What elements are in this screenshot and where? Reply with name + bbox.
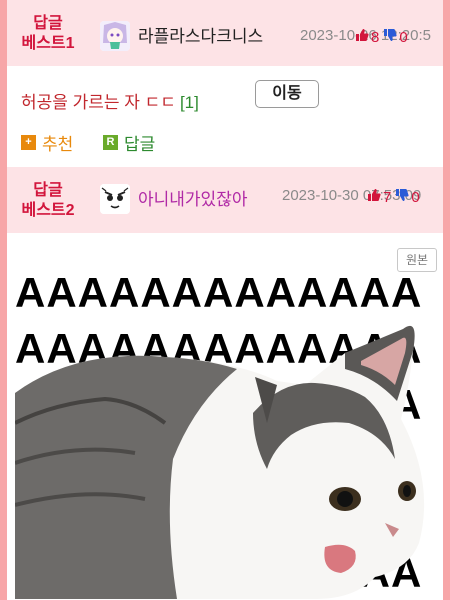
reply-label: 답글 bbox=[124, 135, 156, 154]
votes-down-count: 0 bbox=[399, 28, 408, 46]
reply-button[interactable]: R 답글 bbox=[103, 130, 155, 155]
avatar[interactable] bbox=[100, 21, 130, 51]
vote-counts: 7 0 bbox=[367, 188, 420, 206]
votes-up-count: 8 bbox=[371, 28, 380, 46]
reply-icon: R bbox=[103, 135, 118, 150]
best-label-line2: 베스트2 bbox=[21, 202, 75, 219]
recommend-button[interactable]: + 추천 bbox=[21, 130, 73, 155]
votes-down-count: 0 bbox=[411, 188, 420, 206]
author-nickname[interactable]: 라플라스다크니스 bbox=[138, 22, 263, 47]
votes-up-count: 7 bbox=[383, 188, 392, 206]
reply-summary: 허공을 가르는 자 ㄷㄷ [1] 이동 + 추천 R 답글 bbox=[7, 66, 443, 167]
reply-title[interactable]: 허공을 가르는 자 ㄷㄷ [1] bbox=[21, 88, 199, 113]
author-nickname[interactable]: 아니내가있잖아 bbox=[138, 185, 247, 210]
best-label-2: 답글 베스트2 bbox=[15, 181, 81, 221]
plus-icon: + bbox=[21, 135, 36, 150]
reply-count: [1] bbox=[179, 93, 199, 112]
thumbs-up-icon[interactable] bbox=[355, 28, 369, 46]
cat-illustration bbox=[15, 325, 425, 599]
meme-image[interactable]: AAAAAAAAAAAAA AAAAAAAAAAAAA AAAAAAAAAAAA… bbox=[15, 273, 437, 599]
best-label-1: 답글 베스트1 bbox=[15, 14, 81, 54]
original-image-button[interactable]: 원본 bbox=[397, 248, 437, 272]
best-label-line1: 답글 bbox=[33, 15, 63, 32]
comment-panel: 답글 베스트1 라플라스다크니스 2023-10-26 12:20:5 8 0 … bbox=[7, 0, 443, 600]
best-label-line2: 베스트1 bbox=[21, 35, 75, 52]
vote-counts: 8 0 bbox=[355, 28, 408, 46]
best-label-line1: 답글 bbox=[33, 182, 63, 199]
avatar[interactable] bbox=[100, 184, 130, 214]
thumbs-down-icon[interactable] bbox=[395, 188, 409, 206]
best-reply-2: 답글 베스트2 아니내가있잖아 2023-10-30 07:53:09 7 0 bbox=[7, 167, 443, 233]
move-button[interactable]: 이동 bbox=[255, 80, 319, 108]
thumbs-down-icon[interactable] bbox=[383, 28, 397, 46]
reply-content: 원본 AAAAAAAAAAAAA AAAAAAAAAAAAA AAAAAAAAA… bbox=[7, 233, 443, 600]
thumbs-up-icon[interactable] bbox=[367, 188, 381, 206]
best-reply-1: 답글 베스트1 라플라스다크니스 2023-10-26 12:20:5 8 0 bbox=[7, 0, 443, 66]
recommend-label: 추천 bbox=[42, 135, 74, 154]
